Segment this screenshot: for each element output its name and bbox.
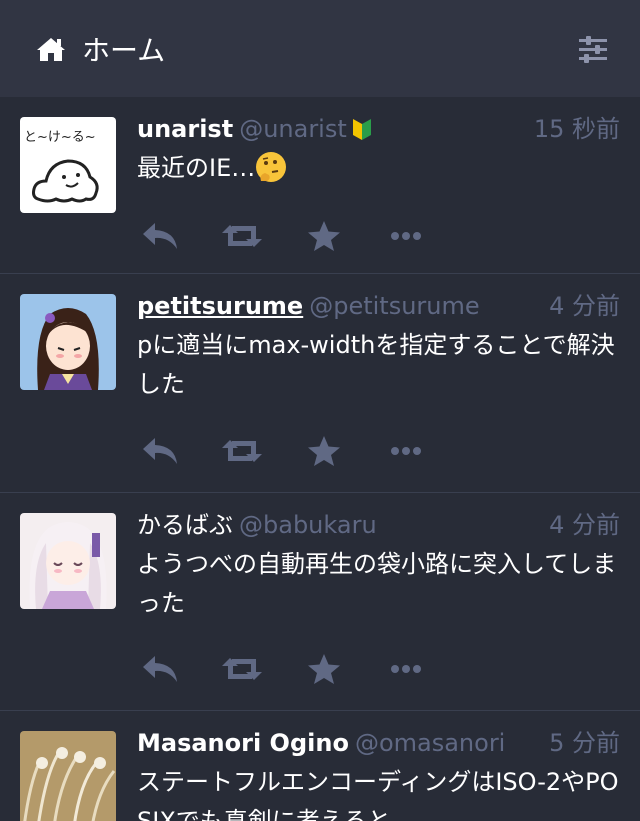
thinking-face-icon (255, 151, 287, 183)
display-name[interactable]: Masanori Ogino (137, 729, 349, 757)
favourite-icon[interactable] (304, 216, 344, 256)
display-name[interactable]: unarist (137, 115, 233, 143)
timeline: と~け~る~ unarist @unarist 15 秒前 最近のIE… pet… (0, 97, 640, 821)
timestamp[interactable]: 4 分前 (541, 509, 620, 541)
status-text: 最近のIE… (137, 149, 620, 188)
reply-icon[interactable] (140, 649, 180, 689)
account-handle[interactable]: @unarist (239, 115, 347, 143)
column-title-text: ホーム (82, 33, 166, 67)
status-content: Masanori Ogino @omasanori 5 分前 ステートフルエンコー… (137, 727, 620, 821)
status-item[interactable]: petitsurume @petitsurume 4 分前 pに適当にmax-wi… (0, 274, 640, 493)
timestamp[interactable]: 15 秒前 (525, 113, 620, 145)
status-header: Masanori Ogino @omasanori 5 分前 (137, 727, 620, 759)
column-header: ホーム (0, 0, 640, 97)
reply-icon[interactable] (140, 431, 180, 471)
status-actions (140, 431, 426, 471)
status-header: petitsurume @petitsurume 4 分前 (137, 290, 620, 322)
status-actions (140, 216, 426, 256)
favourite-icon[interactable] (304, 431, 344, 471)
sliders-icon[interactable] (578, 35, 608, 63)
status-text: pに適当にmax-widthを指定することで解決した (137, 331, 615, 398)
status-content: petitsurume @petitsurume 4 分前 pに適当にmax-wi… (137, 290, 620, 404)
status-text: ステートフルエンコーディングはISO-2やPOSIXでも真剣に考えると (137, 768, 619, 821)
avatar[interactable] (20, 294, 116, 390)
boost-icon[interactable] (222, 216, 262, 256)
boost-icon[interactable] (222, 649, 262, 689)
account-handle[interactable]: @omasanori (355, 729, 505, 757)
favourite-icon[interactable] (304, 649, 344, 689)
status-content: かるばぶ @babukaru 4 分前 ようつべの自動再生の袋小路に突入してしまっ… (137, 509, 620, 623)
status-item[interactable]: かるばぶ @babukaru 4 分前 ようつべの自動再生の袋小路に突入してしまっ… (0, 493, 640, 711)
avatar[interactable] (20, 731, 116, 821)
avatar[interactable]: と~け~る~ (20, 117, 116, 213)
status-actions (140, 649, 426, 689)
account-handle[interactable]: @petitsurume (309, 292, 479, 320)
more-icon[interactable] (386, 216, 426, 256)
display-name[interactable]: かるばぶ (137, 511, 233, 539)
more-icon[interactable] (386, 431, 426, 471)
avatar[interactable] (20, 513, 116, 609)
account-handle[interactable]: @babukaru (239, 511, 377, 539)
display-name[interactable]: petitsurume (137, 292, 303, 320)
beginner-mark-icon (351, 117, 373, 141)
timestamp[interactable]: 5 分前 (541, 727, 620, 759)
column-title[interactable]: ホーム (36, 29, 165, 69)
status-text: ようつべの自動再生の袋小路に突入してしまった (137, 550, 617, 617)
status-header: かるばぶ @babukaru 4 分前 (137, 509, 620, 541)
reply-icon[interactable] (140, 216, 180, 256)
status-item[interactable]: と~け~る~ unarist @unarist 15 秒前 最近のIE… (0, 97, 640, 274)
status-item[interactable]: Masanori Ogino @omasanori 5 分前 ステートフルエンコー… (0, 711, 640, 821)
boost-icon[interactable] (222, 431, 262, 471)
svg-text:と~け~る~: と~け~る~ (24, 130, 96, 145)
status-header: unarist @unarist 15 秒前 (137, 113, 620, 145)
home-icon (36, 36, 66, 62)
more-icon[interactable] (386, 649, 426, 689)
timestamp[interactable]: 4 分前 (541, 290, 620, 322)
status-content: unarist @unarist 15 秒前 最近のIE… (137, 113, 620, 188)
